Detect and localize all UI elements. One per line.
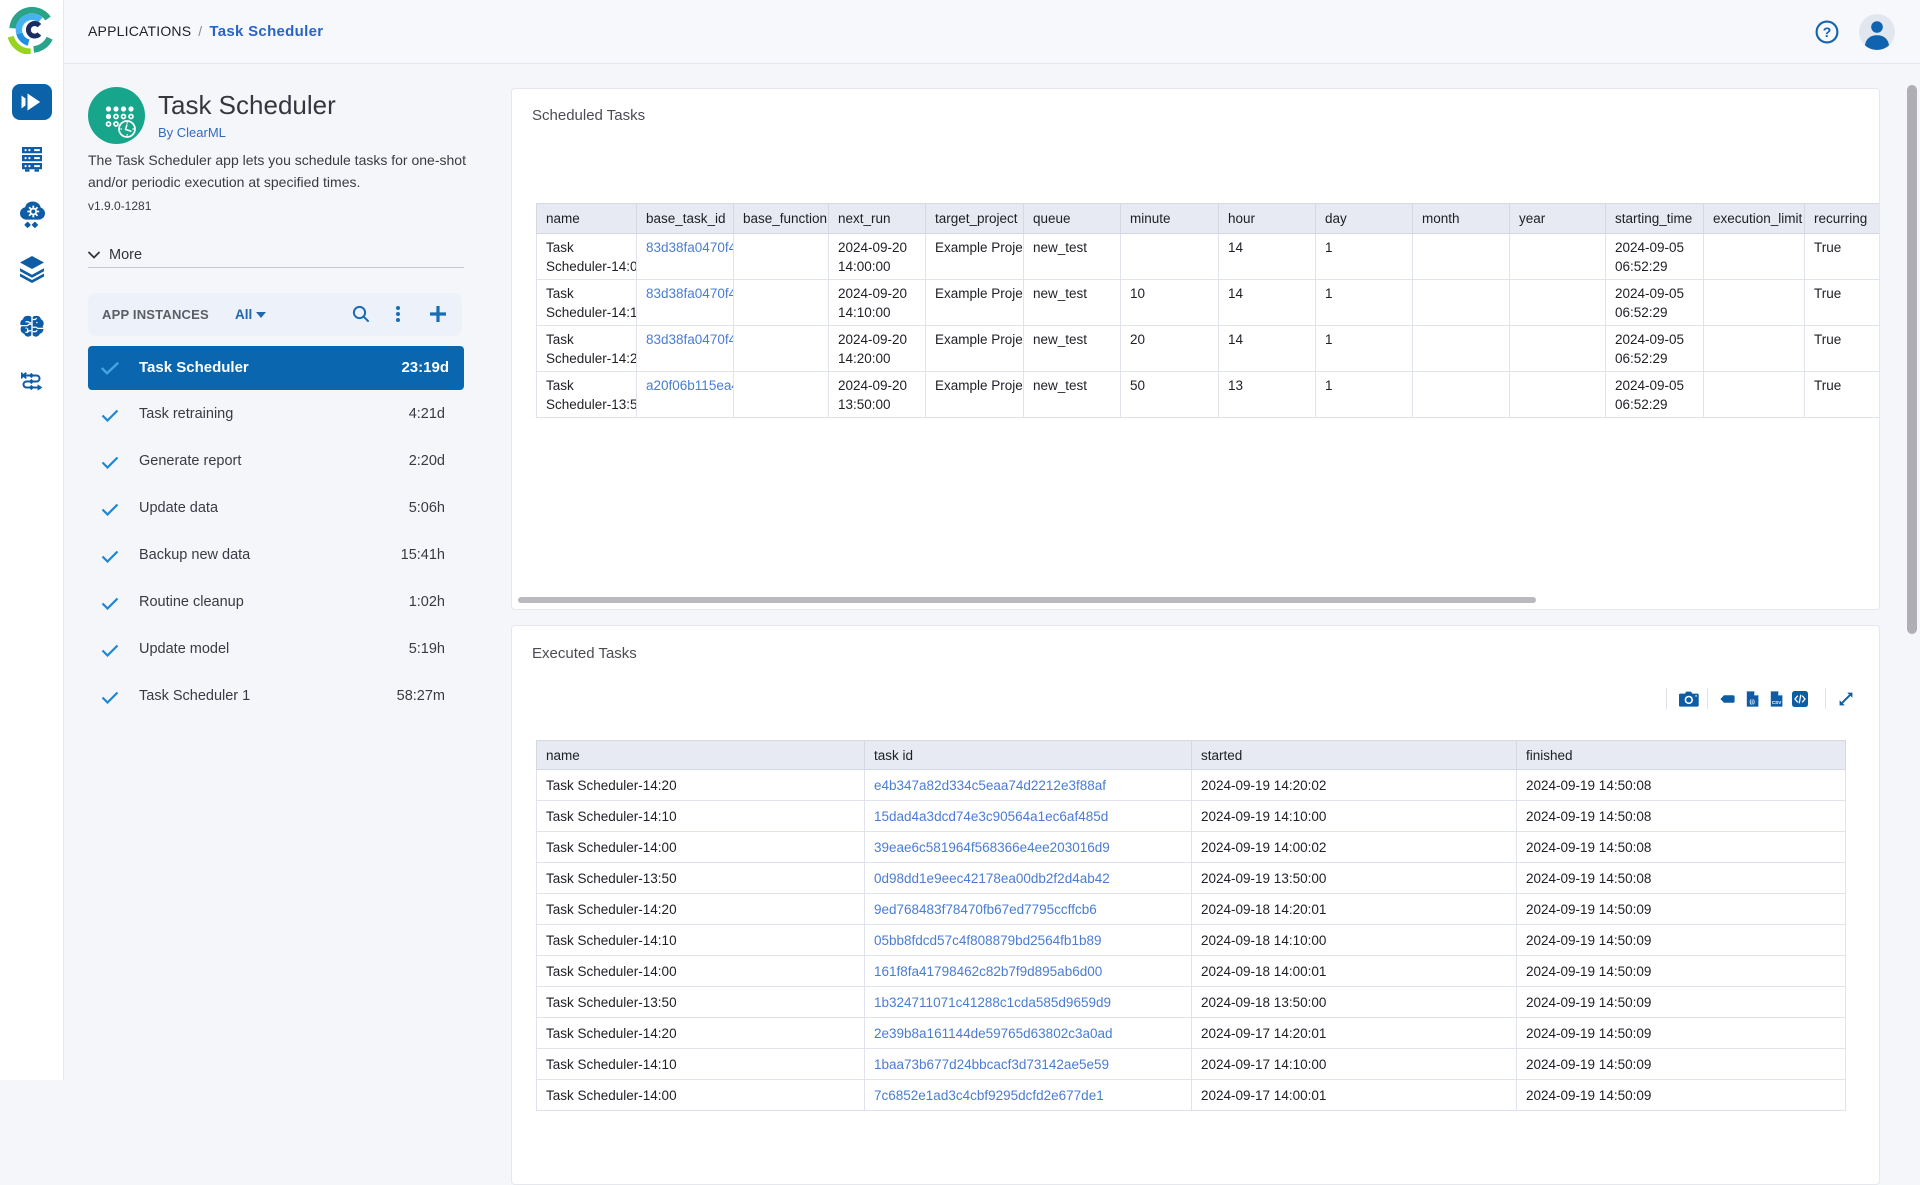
svg-text:?: ?: [1823, 24, 1832, 40]
svg-text:(j): (j): [1750, 700, 1755, 706]
svg-text:CSV: CSV: [1772, 700, 1782, 705]
